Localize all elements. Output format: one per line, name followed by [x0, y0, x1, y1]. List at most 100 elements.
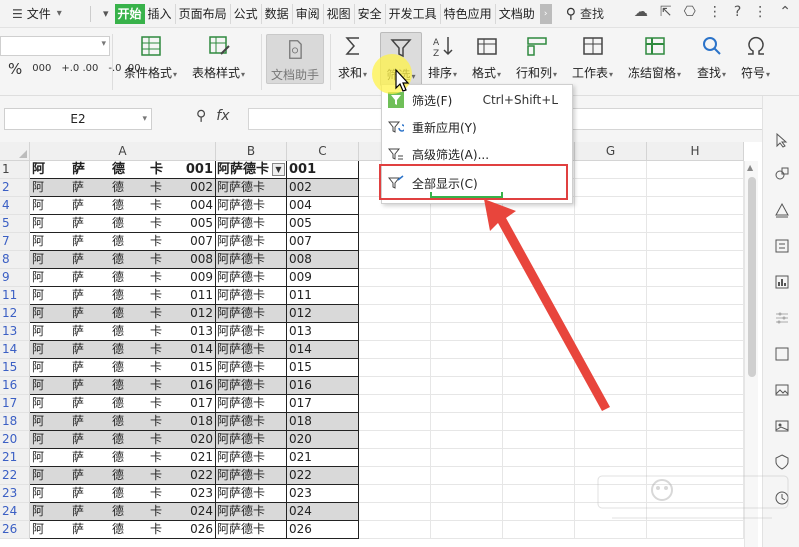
row-header[interactable]: 22 — [0, 467, 30, 485]
rows-cols-button[interactable]: 行和列▾ — [516, 34, 557, 81]
image-gallery-icon[interactable] — [774, 382, 790, 398]
cell-b[interactable]: 阿萨德卡 — [216, 413, 287, 431]
filter-dropdown-icon[interactable]: ▼ — [272, 163, 285, 176]
cell-b[interactable]: 阿萨德卡 ▼ — [216, 161, 287, 179]
tab-doc-assistant[interactable]: 文档助 — [494, 3, 538, 24]
cell-c[interactable]: 022 — [287, 467, 359, 485]
row-header[interactable]: 16 — [0, 377, 30, 395]
zoom-icon[interactable]: ⚲ — [196, 108, 206, 124]
cell-b[interactable]: 阿萨德卡 — [216, 287, 287, 305]
cell-c[interactable]: 015 — [287, 359, 359, 377]
number-format-select[interactable] — [0, 36, 110, 56]
empty-cell[interactable] — [647, 431, 744, 449]
sort-button[interactable]: AZ 排序▾ — [428, 34, 457, 81]
cell-b[interactable]: 阿萨德卡 — [216, 377, 287, 395]
cell-b[interactable]: 阿萨德卡 — [216, 359, 287, 377]
row-header[interactable]: 23 — [0, 485, 30, 503]
cell-b[interactable]: 阿萨德卡 — [216, 485, 287, 503]
empty-cell[interactable] — [359, 341, 431, 359]
empty-cell[interactable] — [503, 485, 575, 503]
cell-b[interactable]: 阿萨德卡 — [216, 269, 287, 287]
empty-cell[interactable] — [575, 413, 647, 431]
empty-cell[interactable] — [431, 467, 503, 485]
cell-b[interactable]: 阿萨德卡 — [216, 215, 287, 233]
row-header[interactable]: 21 — [0, 449, 30, 467]
select-all-corner[interactable] — [0, 142, 30, 161]
empty-cell[interactable] — [359, 503, 431, 521]
empty-cell[interactable] — [359, 467, 431, 485]
row-header[interactable]: 1 — [0, 161, 30, 179]
cell-c[interactable]: 024 — [287, 503, 359, 521]
file-menu[interactable]: ☰ 文件 ▾ — [0, 5, 84, 22]
cell-c[interactable]: 012 — [287, 305, 359, 323]
cell-c[interactable]: 014 — [287, 341, 359, 359]
cell-a[interactable]: 阿 萨 德 卡 016 — [30, 377, 216, 395]
empty-cell[interactable] — [503, 521, 575, 539]
cell-c[interactable]: 020 — [287, 431, 359, 449]
empty-cell[interactable] — [359, 233, 431, 251]
find-button[interactable]: 查找▾ — [697, 34, 726, 81]
cell-c[interactable]: 026 — [287, 521, 359, 539]
cell-c[interactable]: 023 — [287, 485, 359, 503]
sidebar-tool-icon[interactable] — [774, 346, 790, 362]
cell-c[interactable]: 018 — [287, 413, 359, 431]
collapse-icon[interactable]: ⌃ — [779, 4, 791, 20]
empty-cell[interactable] — [431, 485, 503, 503]
empty-cell[interactable] — [431, 521, 503, 539]
cell-b[interactable]: 阿萨德卡 — [216, 449, 287, 467]
empty-cell[interactable] — [575, 431, 647, 449]
row-header[interactable]: 13 — [0, 323, 30, 341]
cell-a[interactable]: 阿 萨 德 卡 005 — [30, 215, 216, 233]
cell-a[interactable]: 阿 萨 德 卡 008 — [30, 251, 216, 269]
empty-cell[interactable] — [575, 161, 647, 179]
row-header[interactable]: 11 — [0, 287, 30, 305]
tab-page-layout[interactable]: 页面布局 — [174, 3, 230, 24]
row-header[interactable]: 8 — [0, 251, 30, 269]
cell-a[interactable]: 阿 萨 德 卡 023 — [30, 485, 216, 503]
menu-item-reapply[interactable]: 重新应用(Y) — [382, 114, 572, 140]
empty-cell[interactable] — [359, 449, 431, 467]
property-icon[interactable] — [774, 238, 790, 254]
cell-a[interactable]: 阿 萨 德 卡 004 — [30, 197, 216, 215]
empty-cell[interactable] — [647, 215, 744, 233]
row-header[interactable]: 4 — [0, 197, 30, 215]
cell-a[interactable]: 阿 萨 德 卡 024 — [30, 503, 216, 521]
cell-b[interactable]: 阿萨德卡 — [216, 431, 287, 449]
tab-data[interactable]: 数据 — [260, 3, 292, 24]
shield-icon[interactable] — [774, 454, 790, 470]
cell-a[interactable]: 阿 萨 德 卡 015 — [30, 359, 216, 377]
row-header[interactable]: 15 — [0, 359, 30, 377]
scroll-up-icon[interactable]: ▲ — [747, 163, 753, 172]
quick-access-icon[interactable]: ▾ — [103, 7, 109, 20]
empty-cell[interactable] — [647, 233, 744, 251]
empty-cell[interactable] — [647, 341, 744, 359]
doc-assistant-button[interactable]: 文档助手 — [266, 34, 324, 84]
cell-a[interactable]: 阿 萨 德 卡 001 — [30, 161, 216, 179]
row-header[interactable]: 24 — [0, 503, 30, 521]
empty-cell[interactable] — [503, 413, 575, 431]
cell-b[interactable]: 阿萨德卡 — [216, 395, 287, 413]
empty-cell[interactable] — [647, 305, 744, 323]
adjust-icon[interactable] — [774, 310, 790, 326]
empty-cell[interactable] — [647, 197, 744, 215]
empty-cell[interactable] — [647, 251, 744, 269]
empty-cell[interactable] — [359, 359, 431, 377]
shapes-icon[interactable] — [774, 166, 790, 182]
empty-cell[interactable] — [431, 431, 503, 449]
empty-cell[interactable] — [503, 431, 575, 449]
cell-a[interactable]: 阿 萨 德 卡 014 — [30, 341, 216, 359]
conditional-format-button[interactable]: 条件格式▾ — [124, 34, 177, 81]
search-button[interactable]: ⚲ 查找 — [566, 5, 604, 22]
empty-cell[interactable] — [647, 359, 744, 377]
thousands-button[interactable]: 000 — [32, 64, 51, 74]
share-icon[interactable]: ⇱ — [660, 4, 672, 20]
empty-cell[interactable] — [647, 377, 744, 395]
empty-cell[interactable] — [359, 485, 431, 503]
empty-cell[interactable] — [359, 269, 431, 287]
tab-developer[interactable]: 开发工具 — [384, 3, 440, 24]
menu-dots-icon[interactable]: ⋮ — [753, 4, 767, 20]
row-header[interactable]: 5 — [0, 215, 30, 233]
percent-button[interactable]: % — [8, 62, 22, 77]
empty-cell[interactable] — [647, 269, 744, 287]
empty-cell[interactable] — [647, 323, 744, 341]
